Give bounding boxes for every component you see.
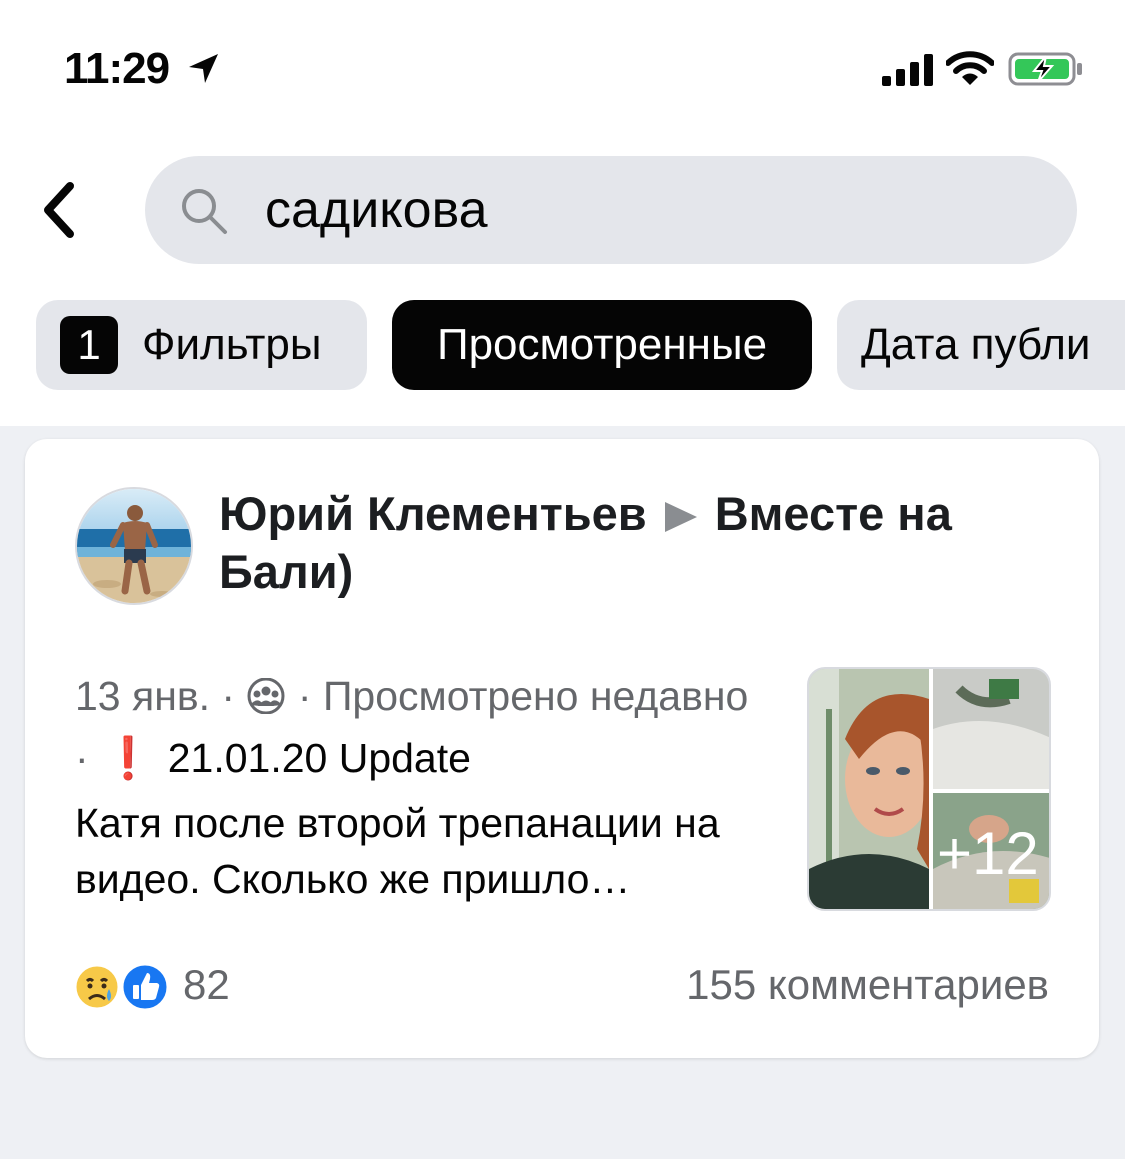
update-text: 21.01.20 Update — [167, 735, 471, 781]
battery-charging-icon — [1008, 52, 1082, 86]
arrow-right-icon — [664, 501, 697, 532]
search-result-card[interactable]: Юрий Клементьев Вместе на Бали) 13 янв. ·… — [25, 439, 1099, 1058]
avatar[interactable] — [75, 487, 193, 605]
post-photos-thumbnail[interactable]: +12 — [807, 667, 1051, 911]
location-arrow-icon — [189, 54, 218, 83]
meta-separator: · — [221, 673, 236, 719]
comments-count[interactable]: 155 комментариев — [686, 961, 1049, 1009]
meta-separator: · — [297, 673, 312, 719]
like-reaction-icon — [120, 962, 170, 1012]
filters-button[interactable]: 1 Фильтры — [36, 300, 367, 390]
post-title[interactable]: Юрий Клементьев Вместе на Бали) — [219, 485, 1049, 601]
post-meta: 13 янв. · · Просмотрено недавно · ❗ 21.01.… — [75, 665, 775, 789]
reactions[interactable] — [73, 961, 173, 1013]
reactions-count[interactable]: 82 — [183, 961, 230, 1009]
filters-label: Фильтры — [142, 320, 322, 369]
more-photos-count: +12 — [937, 820, 1039, 887]
date-filter-chip[interactable]: Дата публи — [837, 300, 1125, 390]
viewed-filter-label: Просмотренные — [436, 320, 768, 369]
author-name[interactable]: Юрий Клементьев — [219, 487, 647, 540]
sad-reaction-icon — [73, 963, 121, 1011]
viewed-filter-chip[interactable]: Просмотренные — [392, 300, 812, 390]
exclamation-icon: ❗ — [102, 735, 154, 781]
avatar-photo — [77, 489, 191, 603]
viewed-status: Просмотрено недавно — [322, 673, 749, 719]
friends-audience-icon — [247, 678, 285, 714]
status-time: 11:29 — [64, 44, 170, 93]
search-input[interactable]: садикова — [145, 156, 1077, 264]
date-filter-label: Дата публи — [861, 320, 1091, 369]
meta-separator: · — [75, 735, 89, 781]
search-icon — [182, 189, 227, 234]
back-button[interactable] — [38, 180, 82, 240]
post-excerpt: Катя после второй трепанации на видео. С… — [75, 800, 720, 902]
post-date: 13 янв. — [75, 673, 211, 719]
filters-count-badge: 1 — [60, 316, 118, 374]
search-query[interactable]: садикова — [265, 180, 488, 240]
cellular-signal-icon — [882, 54, 933, 86]
wifi-icon — [946, 51, 994, 85]
